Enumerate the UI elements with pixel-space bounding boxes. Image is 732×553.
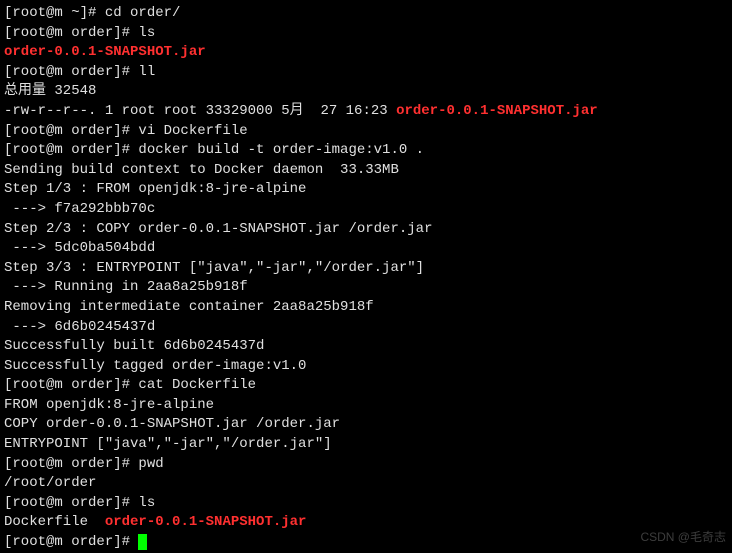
terminal-line: ---> f7a292bbb70c: [4, 200, 728, 220]
terminal-text: Step 3/3 : ENTRYPOINT ["java","-jar","/o…: [4, 260, 424, 276]
cursor-block: [138, 534, 147, 550]
terminal-line: [root@m order]#: [4, 533, 728, 553]
terminal-text: [root@m order]# docker build -t order-im…: [4, 142, 424, 158]
filename-highlight: order-0.0.1-SNAPSHOT.jar: [396, 103, 598, 119]
terminal-text: ---> f7a292bbb70c: [4, 201, 155, 217]
terminal-line: ---> 5dc0ba504bdd: [4, 239, 728, 259]
terminal-text: 总用量 32548: [4, 83, 96, 99]
terminal-line: [root@m order]# ls: [4, 494, 728, 514]
terminal-text: ENTRYPOINT ["java","-jar","/order.jar"]: [4, 436, 332, 452]
terminal-line: order-0.0.1-SNAPSHOT.jar: [4, 43, 728, 63]
terminal-text: FROM openjdk:8-jre-alpine: [4, 397, 214, 413]
terminal-text: [root@m order]# vi Dockerfile: [4, 123, 248, 139]
terminal-text: Successfully built 6d6b0245437d: [4, 338, 264, 354]
terminal-text: [root@m order]#: [4, 534, 138, 550]
watermark-text: CSDN @毛奇志: [640, 529, 726, 546]
terminal-text: Step 1/3 : FROM openjdk:8-jre-alpine: [4, 181, 306, 197]
terminal-text: [root@m order]# ls: [4, 495, 155, 511]
terminal-line: [root@m order]# ls: [4, 24, 728, 44]
terminal-line: ---> 6d6b0245437d: [4, 318, 728, 338]
terminal-text: -rw-r--r--. 1 root root 33329000 5月 27 1…: [4, 103, 396, 119]
terminal-line: Sending build context to Docker daemon 3…: [4, 161, 728, 181]
filename-highlight: order-0.0.1-SNAPSHOT.jar: [105, 514, 307, 530]
terminal-line: ---> Running in 2aa8a25b918f: [4, 278, 728, 298]
terminal-line: Step 2/3 : COPY order-0.0.1-SNAPSHOT.jar…: [4, 220, 728, 240]
terminal-text: /root/order: [4, 475, 96, 491]
filename-highlight: order-0.0.1-SNAPSHOT.jar: [4, 44, 206, 60]
terminal-line: COPY order-0.0.1-SNAPSHOT.jar /order.jar: [4, 415, 728, 435]
terminal-line: ENTRYPOINT ["java","-jar","/order.jar"]: [4, 435, 728, 455]
terminal-line: Successfully tagged order-image:v1.0: [4, 357, 728, 377]
terminal-line: Step 1/3 : FROM openjdk:8-jre-alpine: [4, 180, 728, 200]
terminal-line: [root@m order]# ll: [4, 63, 728, 83]
terminal-text: Successfully tagged order-image:v1.0: [4, 358, 306, 374]
terminal-text: [root@m order]# ls: [4, 25, 155, 41]
terminal-text: Removing intermediate container 2aa8a25b…: [4, 299, 374, 315]
terminal-text: Step 2/3 : COPY order-0.0.1-SNAPSHOT.jar…: [4, 221, 432, 237]
terminal-line: Successfully built 6d6b0245437d: [4, 337, 728, 357]
terminal-line: Removing intermediate container 2aa8a25b…: [4, 298, 728, 318]
terminal-text: ---> Running in 2aa8a25b918f: [4, 279, 248, 295]
terminal-text: ---> 5dc0ba504bdd: [4, 240, 155, 256]
terminal-line: 总用量 32548: [4, 82, 728, 102]
terminal-line: FROM openjdk:8-jre-alpine: [4, 396, 728, 416]
terminal-line: [root@m order]# docker build -t order-im…: [4, 141, 728, 161]
terminal-line: [root@m order]# pwd: [4, 455, 728, 475]
terminal-line: [root@m ~]# cd order/: [4, 4, 728, 24]
terminal-text: ---> 6d6b0245437d: [4, 319, 155, 335]
terminal-output[interactable]: [root@m ~]# cd order/ [root@m order]# ls o…: [4, 4, 728, 553]
terminal-text: [root@m order]# pwd: [4, 456, 164, 472]
terminal-line: [root@m order]# vi Dockerfile: [4, 122, 728, 142]
terminal-text: [root@m order]# cat Dockerfile: [4, 377, 256, 393]
terminal-text: [root@m order]# ll: [4, 64, 155, 80]
terminal-text: Dockerfile: [4, 514, 105, 530]
terminal-line: /root/order: [4, 474, 728, 494]
terminal-text: COPY order-0.0.1-SNAPSHOT.jar /order.jar: [4, 416, 340, 432]
terminal-line: [root@m order]# cat Dockerfile: [4, 376, 728, 396]
terminal-line: -rw-r--r--. 1 root root 33329000 5月 27 1…: [4, 102, 728, 122]
terminal-text: Sending build context to Docker daemon 3…: [4, 162, 399, 178]
terminal-text: [root@m ~]# cd order/: [4, 5, 180, 21]
terminal-line: Dockerfile order-0.0.1-SNAPSHOT.jar: [4, 513, 728, 533]
terminal-line: Step 3/3 : ENTRYPOINT ["java","-jar","/o…: [4, 259, 728, 279]
